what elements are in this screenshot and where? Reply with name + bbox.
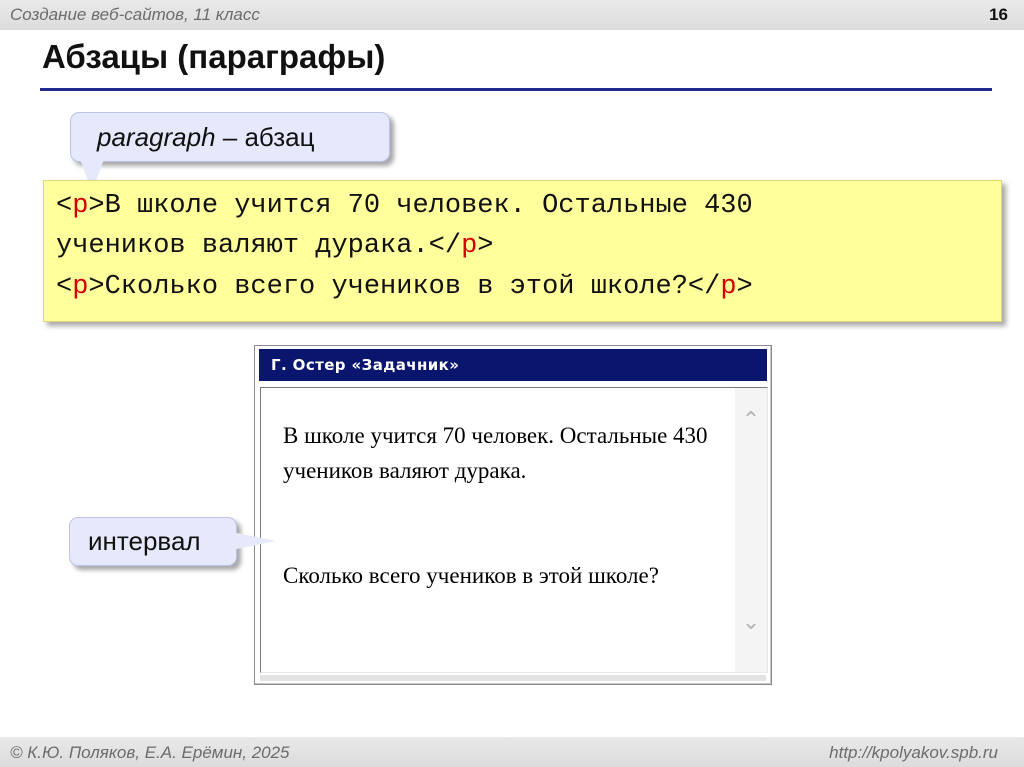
code-bracket: > <box>736 272 753 302</box>
code-line-3: <p>Сколько всего учеников в этой школе?<… <box>56 272 753 302</box>
html-code-box: <p>В школе учится 70 человек. Остальные … <box>43 180 1002 322</box>
callout-term: paragraph <box>97 122 216 152</box>
code-tag: p <box>72 272 89 302</box>
callout-interval-text: интервал <box>88 526 201 556</box>
window-content: В школе учится 70 человек. Остальные 430… <box>260 387 768 673</box>
window-titlebar[interactable]: Г. Остер «Задачник» <box>259 349 767 381</box>
footer-site-link[interactable]: http://kpolyakov.spb.ru <box>829 743 998 763</box>
footer-authors: © К.Ю. Поляков, Е.А. Ерёмин, 2025 <box>10 743 290 762</box>
code-tag: p <box>720 272 737 302</box>
code-bracket: > <box>88 191 105 221</box>
chevron-up-icon[interactable]: ⌃ <box>735 408 767 433</box>
callout-translation: – абзац <box>215 122 315 152</box>
rendered-paragraph-2: Сколько всего учеников в этой школе? <box>283 558 723 593</box>
slide-header-bar: Создание веб-сайтов, 11 класс 16 <box>0 0 1024 30</box>
code-text: В школе учится 70 человек. Остальные 430 <box>104 191 753 221</box>
callout-pointer <box>232 532 276 550</box>
rendered-paragraph-1: В школе учится 70 человек. Остальные 430… <box>283 418 723 488</box>
code-bracket: </ <box>428 231 462 261</box>
code-tag: p <box>461 231 478 261</box>
code-text: Сколько всего учеников в этой школе? <box>104 272 688 302</box>
callout-interval: интервал <box>69 517 276 566</box>
chevron-down-icon[interactable]: ⌄ <box>735 610 767 635</box>
slide-number: 16 <box>989 5 1008 24</box>
code-bracket: < <box>56 191 73 221</box>
window-title: Г. Остер «Задачник» <box>271 356 460 374</box>
callout-paragraph-text: paragraph – абзац <box>97 122 315 153</box>
course-title: Создание веб-сайтов, 11 класс <box>10 5 260 24</box>
slide-footer-bar: © К.Ю. Поляков, Е.А. Ерёмин, 2025 http:/… <box>0 737 1024 767</box>
code-bracket: </ <box>687 272 721 302</box>
code-text: учеников валяют дурака. <box>56 231 429 261</box>
code-tag: p <box>72 191 89 221</box>
slide-title: Абзацы (параграфы) <box>42 38 386 75</box>
code-bracket: > <box>88 272 105 302</box>
paragraph-text: В школе учится 70 человек. Остальные 430… <box>283 423 708 483</box>
code-line-2: учеников валяют дурака.</p> <box>56 231 493 261</box>
vertical-scrollbar[interactable]: ⌃ ⌄ <box>735 388 767 672</box>
paragraph-text: Сколько всего учеников в этой школе? <box>283 563 659 588</box>
browser-window: Г. Остер «Задачник» В школе учится 70 че… <box>254 345 772 685</box>
code-bracket: > <box>477 231 494 261</box>
title-underline <box>40 88 992 91</box>
callout-paragraph: paragraph – абзац <box>70 112 390 191</box>
code-line-1: <p>В школе учится 70 человек. Остальные … <box>56 191 753 221</box>
horizontal-scrollbar[interactable] <box>260 675 766 681</box>
code-bracket: < <box>56 272 73 302</box>
